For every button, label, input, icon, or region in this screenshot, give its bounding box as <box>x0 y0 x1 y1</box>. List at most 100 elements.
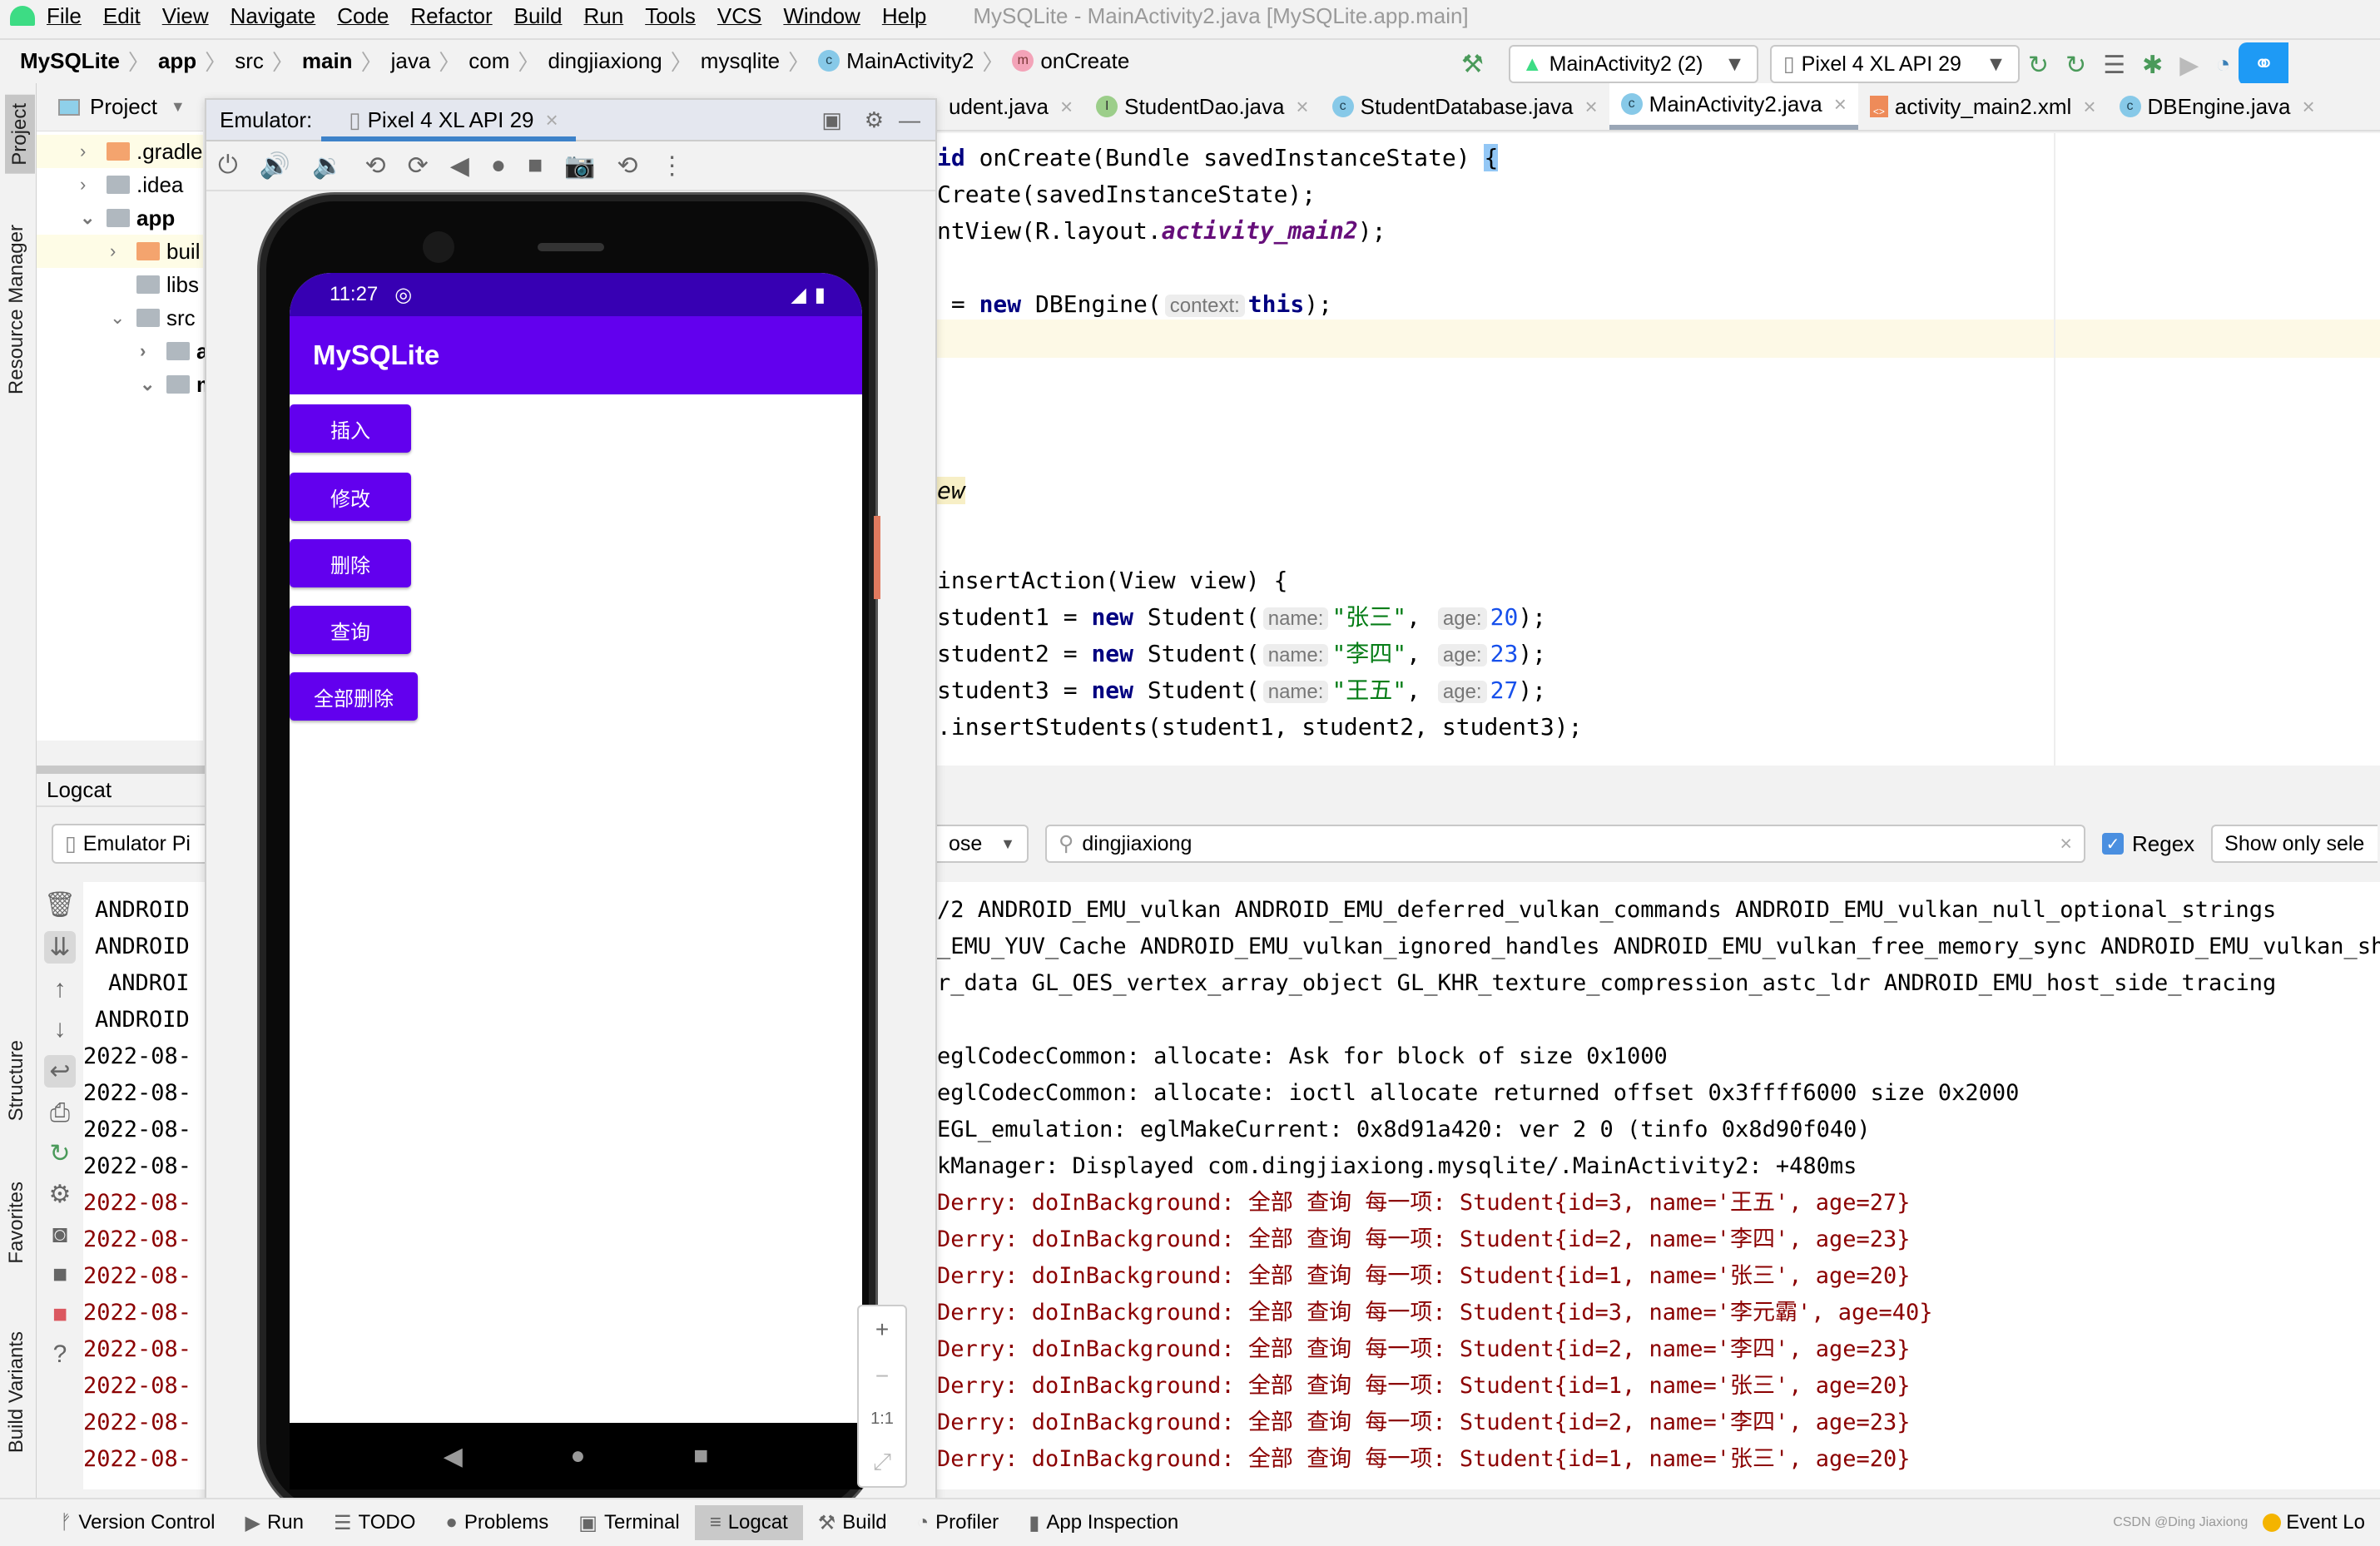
breadcrumb-item[interactable]: src <box>235 48 264 74</box>
breadcrumb-item[interactable]: main <box>302 48 353 74</box>
tab-todo[interactable]: ☰ TODO <box>319 1505 430 1540</box>
tree-item[interactable]: libs <box>136 268 199 301</box>
menu-run[interactable]: Run <box>583 3 623 29</box>
close-icon[interactable]: × <box>546 107 558 133</box>
nav-recents-icon[interactable]: ■ <box>693 1442 708 1470</box>
logcat-search-input[interactable]: dingjiaxiong <box>1082 832 1192 856</box>
zoom-actual-size-icon[interactable]: 1:1 <box>870 1410 894 1429</box>
tree-item[interactable]: › buil <box>37 235 203 268</box>
delete-all-button[interactable]: 全部删除 <box>290 672 418 721</box>
close-icon[interactable]: × <box>2083 94 2095 120</box>
camera-icon[interactable]: 📷 <box>564 151 595 181</box>
attach-debugger-icon[interactable]: ▶ <box>2179 51 2199 79</box>
breadcrumb-item[interactable]: com <box>469 48 509 74</box>
regex-checkbox[interactable]: ✓ <box>2102 833 2124 855</box>
menu-help[interactable]: Help <box>882 3 926 29</box>
apply-code-changes-icon[interactable]: ↻ <box>2065 51 2086 79</box>
arrow-down-icon[interactable]: ↓ <box>54 1015 67 1043</box>
menu-tools[interactable]: Tools <box>645 3 696 29</box>
query-button[interactable]: 查询 <box>290 606 411 654</box>
insert-button[interactable]: 插入 <box>290 404 411 453</box>
tab-problems[interactable]: ● Problems <box>430 1505 563 1540</box>
breadcrumb-item[interactable]: dingjiaxiong <box>548 48 662 74</box>
logcat-device-select[interactable]: ▯ Emulator Pi <box>52 824 210 864</box>
menu-code[interactable]: Code <box>337 3 389 29</box>
soft-wrap-icon[interactable]: ↩ <box>44 1055 76 1088</box>
nav-back-icon[interactable]: ◀ <box>444 1442 463 1471</box>
menu-view[interactable]: View <box>162 3 209 29</box>
menu-vcs[interactable]: VCS <box>717 3 761 29</box>
trash-icon[interactable]: 🗑 <box>44 890 76 919</box>
tree-item[interactable]: › .gradle <box>37 135 203 168</box>
close-icon[interactable]: × <box>1060 94 1073 120</box>
logcat-output[interactable]: /2 ANDROID_EMU_vulkan ANDROID_EMU_deferr… <box>937 882 2380 1489</box>
tab-mainactivity2-java[interactable]: c MainActivity2.java × <box>1609 83 1858 130</box>
volume-up-icon[interactable]: 🔊 <box>260 151 290 181</box>
code-editor[interactable]: id onCreate(Bundle savedInstanceState) {… <box>937 133 2380 766</box>
tab-logcat[interactable]: ≡ Logcat <box>694 1505 803 1540</box>
profiler-gauge-icon[interactable]: ◔ <box>2215 51 2230 78</box>
minimize-icon[interactable]: — <box>899 107 920 133</box>
close-icon[interactable]: × <box>1296 94 1308 120</box>
tree-item[interactable]: › a <box>140 334 208 368</box>
menu-navigate[interactable]: Navigate <box>231 3 316 29</box>
restart-icon[interactable]: ↻ <box>49 1139 70 1168</box>
volume-down-icon[interactable]: 🔉 <box>312 151 343 181</box>
overview-icon[interactable]: ■ <box>528 151 543 180</box>
tab-structure[interactable]: Structure <box>5 1040 28 1121</box>
sync-icon[interactable]: ☰ <box>2103 51 2125 79</box>
print-icon[interactable]: ⎙ <box>50 1099 70 1127</box>
help-icon[interactable]: ? <box>53 1340 67 1369</box>
logcat-output-left[interactable]: ANDROID ANDROID ANDROI ANDROID 2022-08- 2022-… <box>83 882 205 1489</box>
tab-profiler[interactable]: ◔ Profiler <box>902 1505 1014 1540</box>
tab-build[interactable]: ⚒ Build <box>803 1505 902 1540</box>
show-only-selected-select[interactable]: Show only sele <box>2211 825 2378 863</box>
close-icon[interactable]: × <box>1584 94 1597 120</box>
menu-file[interactable]: File <box>47 3 82 29</box>
hammer-build-icon[interactable]: ⚒ <box>1461 50 1484 79</box>
scroll-to-end-icon[interactable]: ⇊ <box>44 931 76 964</box>
arrow-up-icon[interactable]: ↑ <box>54 975 67 1003</box>
breadcrumb-item[interactable]: app <box>158 48 196 74</box>
menu-window[interactable]: Window <box>783 3 860 29</box>
zoom-in-icon[interactable]: + <box>875 1316 889 1343</box>
tree-item[interactable]: ⌄ src <box>110 301 196 334</box>
emulator-device-tab[interactable]: Pixel 4 XL API 29 <box>368 107 534 133</box>
log-level-select[interactable]: ose ▼ <box>937 825 1029 863</box>
tab-studentdao-java[interactable]: I StudentDao.java × <box>1084 83 1320 130</box>
clear-icon[interactable]: × <box>2060 832 2072 856</box>
stop-icon[interactable]: ■ <box>52 1301 67 1329</box>
run-config-select[interactable]: ▲ MainActivity2 (2) ▼ <box>1508 45 1758 83</box>
tab-student-java[interactable]: udent.java × <box>937 83 1084 130</box>
window-mode-icon[interactable]: ▣ <box>821 107 842 133</box>
menu-edit[interactable]: Edit <box>103 3 141 29</box>
breadcrumb-item[interactable]: MySQLite <box>20 48 120 74</box>
menu-build[interactable]: Build <box>514 3 563 29</box>
zoom-out-icon[interactable]: − <box>875 1363 889 1390</box>
apply-changes-restart-icon[interactable]: ↻ <box>2028 51 2049 79</box>
tab-build-variants[interactable]: Build Variants <box>5 1331 28 1453</box>
tab-dbengine-java[interactable]: c DBEngine.java × <box>2108 83 2327 130</box>
video-icon[interactable]: ■ <box>52 1261 67 1289</box>
rotate-left-icon[interactable]: ⟲ <box>364 151 385 181</box>
tab-terminal[interactable]: ▣ Terminal <box>563 1505 694 1540</box>
breadcrumb-item[interactable]: mysqlite <box>701 48 780 74</box>
update-button[interactable]: 修改 <box>290 473 411 521</box>
zoom-fit-icon[interactable]: ⤢ <box>873 1449 891 1476</box>
device-select[interactable]: ▯ Pixel 4 XL API 29 ▼ <box>1769 45 2020 83</box>
logcat-search-field[interactable]: ⚲ dingjiaxiong × <box>1045 825 2085 863</box>
tab-activity-main2-xml[interactable]: <> activity_main2.xml × <box>1858 83 2108 130</box>
camera-icon[interactable]: ◙ <box>52 1221 67 1249</box>
tab-app-inspection[interactable]: ▮ App Inspection <box>1014 1505 1193 1540</box>
power-icon[interactable]: ⏻ <box>218 151 238 180</box>
breadcrumb-item[interactable]: java <box>391 48 431 74</box>
gear-icon[interactable]: ⚙ <box>865 107 884 133</box>
more-icon[interactable]: ⋮ <box>660 151 685 181</box>
breadcrumb-item[interactable]: MainActivity2 <box>846 48 974 74</box>
chevron-down-icon[interactable]: ▼ <box>171 98 186 116</box>
breadcrumb-item[interactable]: onCreate <box>1040 48 1129 74</box>
gear-icon[interactable]: ⚙ <box>49 1180 72 1209</box>
close-icon[interactable]: × <box>1834 92 1847 117</box>
nav-home-icon[interactable]: ● <box>570 1442 585 1470</box>
back-icon[interactable]: ◀ <box>450 151 469 181</box>
